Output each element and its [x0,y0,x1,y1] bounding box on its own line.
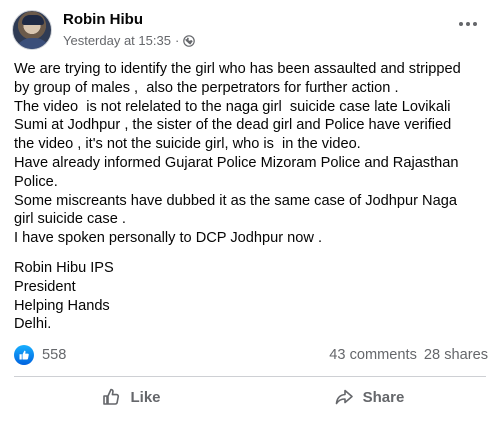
post-text-line: The video is not relelated to the naga g… [14,98,451,115]
signature-line: Robin Hibu IPS [14,259,114,276]
engagement-counts: 43 comments 28 shares [329,347,488,363]
post-header: Robin Hibu Yesterday at 15:35 · [12,8,487,56]
more-dot [473,22,477,26]
signature-line: Delhi. [14,316,52,333]
post-text-line: Some miscreants have dubbed it as the sa… [14,192,457,209]
thumbs-up-icon [103,388,120,405]
like-reaction-icon[interactable] [14,345,34,365]
share-button[interactable]: Share [252,381,486,413]
actions-divider [14,376,486,377]
signature-line: Helping Hands [14,297,110,314]
post-text-line: We are trying to identify the girl who h… [14,61,461,77]
post-text-line: girl suicide case . [14,211,126,228]
post-actions: Like Share [14,381,486,413]
comments-count[interactable]: 43 comments [329,347,417,363]
post-text-line: the video , it's not the suicide girl, w… [14,136,361,153]
post-text-line: by group of males , also the perpetrator… [14,79,399,96]
like-label: Like [130,388,161,406]
more-dot [459,22,463,26]
like-button[interactable]: Like [14,381,248,413]
shares-count[interactable]: 28 shares [424,347,488,363]
post-timestamp[interactable]: Yesterday at 15:35 [63,33,171,48]
post-text-line: Sumi at Jodhpur , the sister of the dead… [14,117,452,134]
share-arrow-icon [335,389,353,405]
meta-separator: · [174,33,180,48]
post-body: We are trying to identify the girl who h… [14,60,492,334]
more-dot [466,22,470,26]
post-text-line: Police. [14,173,58,190]
facebook-post: Robin Hibu Yesterday at 15:35 · We are t… [0,0,499,425]
post-text-line: Have already informed Gujarat Police Miz… [14,154,459,171]
avatar-cap [22,15,44,25]
author-name[interactable]: Robin Hibu [63,11,143,28]
author-avatar[interactable] [12,10,52,50]
reaction-count[interactable]: 558 [42,347,66,363]
share-label: Share [362,388,405,406]
post-text-line: I have spoken personally to DCP Jodhpur … [14,230,323,247]
post-meta: Yesterday at 15:35 · [63,33,196,48]
post-stats: 558 43 comments 28 shares [14,345,488,367]
globe-icon[interactable] [183,34,196,47]
signature-line: President [14,278,76,295]
avatar-shoulders [15,38,51,49]
more-options-icon[interactable] [453,12,483,36]
